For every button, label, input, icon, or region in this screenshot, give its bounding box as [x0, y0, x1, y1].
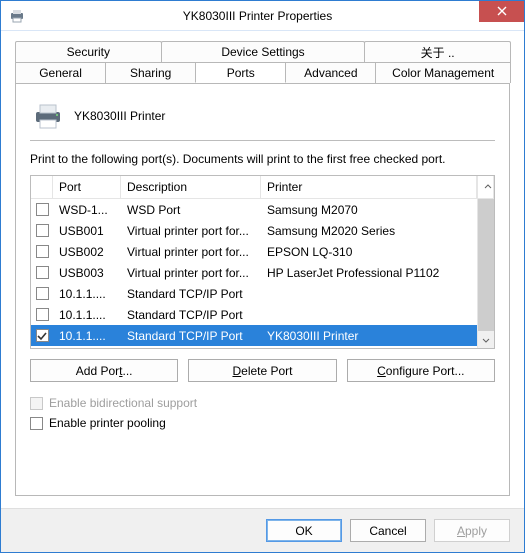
- checkbox-icon: [30, 397, 43, 410]
- table-row[interactable]: 10.1.1....Standard TCP/IP Port: [31, 283, 477, 304]
- cell-port: USB002: [53, 245, 121, 259]
- cell-printer: YK8030III Printer: [261, 329, 477, 343]
- chevron-down-icon: [482, 333, 490, 347]
- row-checkbox[interactable]: [36, 329, 49, 342]
- tab-label: Color Management: [392, 66, 494, 80]
- tab-strip: Security Device Settings 关于 .. General S…: [15, 41, 510, 83]
- enable-pooling-check[interactable]: Enable printer pooling: [30, 416, 495, 430]
- divider: [30, 140, 495, 141]
- scrollbar-thumb[interactable]: [478, 199, 494, 331]
- close-button[interactable]: [479, 1, 524, 22]
- table-row[interactable]: USB003Virtual printer port for...HP Lase…: [31, 262, 477, 283]
- printer-name: YK8030III Printer: [74, 109, 165, 123]
- tab-row-2: General Sharing Ports Advanced Color Man…: [15, 62, 510, 83]
- tab-ports[interactable]: Ports: [195, 62, 286, 83]
- cell-port: USB003: [53, 266, 121, 280]
- cell-description: Virtual printer port for...: [121, 266, 261, 280]
- vertical-scrollbar[interactable]: [477, 199, 494, 348]
- check-label: Enable bidirectional support: [49, 396, 197, 410]
- scroll-up-header: [477, 176, 494, 198]
- col-port[interactable]: Port: [53, 176, 121, 198]
- printer-icon: [32, 102, 64, 130]
- tab-label: Ports: [227, 66, 255, 80]
- tab-label: Device Settings: [221, 45, 304, 59]
- table-row[interactable]: WSD-1...WSD PortSamsung M2070: [31, 199, 477, 220]
- tab-label: Advanced: [304, 66, 357, 80]
- cell-port: WSD-1...: [53, 203, 121, 217]
- apply-button: Apply: [434, 519, 510, 542]
- tab-security[interactable]: Security: [15, 41, 162, 62]
- button-label: Apply: [457, 524, 487, 538]
- table-row[interactable]: USB001Virtual printer port for...Samsung…: [31, 220, 477, 241]
- titlebar: YK8030III Printer Properties: [1, 1, 524, 31]
- cell-port: USB001: [53, 224, 121, 238]
- button-label: Delete Port: [232, 364, 292, 378]
- row-checkbox[interactable]: [36, 224, 49, 237]
- checkbox-icon: [30, 417, 43, 430]
- tab-label: Sharing: [130, 66, 171, 80]
- window-title: YK8030III Printer Properties: [0, 9, 524, 23]
- table-row[interactable]: USB002Virtual printer port for...EPSON L…: [31, 241, 477, 262]
- table-header: Port Description Printer: [31, 176, 494, 199]
- cancel-button[interactable]: Cancel: [350, 519, 426, 542]
- add-port-button[interactable]: Add Port...: [30, 359, 178, 382]
- configure-port-button[interactable]: Configure Port...: [347, 359, 495, 382]
- col-description[interactable]: Description: [121, 176, 261, 198]
- cell-description: Virtual printer port for...: [121, 245, 261, 259]
- tab-label: 关于 ..: [421, 44, 455, 61]
- printer-header: YK8030III Printer: [32, 102, 493, 130]
- printer-properties-window: YK8030III Printer Properties Security De…: [0, 0, 525, 553]
- table-row[interactable]: 10.1.1....Standard TCP/IP Port: [31, 304, 477, 325]
- delete-port-button[interactable]: Delete Port: [188, 359, 336, 382]
- ports-tab-content: YK8030III Printer Print to the following…: [15, 83, 510, 496]
- cell-printer: HP LaserJet Professional P1102: [261, 266, 477, 280]
- tab-sharing[interactable]: Sharing: [105, 62, 196, 83]
- tab-color-management[interactable]: Color Management: [375, 62, 511, 83]
- cell-printer: Samsung M2070: [261, 203, 477, 217]
- cell-description: Virtual printer port for...: [121, 224, 261, 238]
- port-buttons-row: Add Port... Delete Port Configure Port..…: [30, 359, 495, 382]
- row-checkbox[interactable]: [36, 287, 49, 300]
- cell-port: 10.1.1....: [53, 287, 121, 301]
- table-row[interactable]: 10.1.1....Standard TCP/IP PortYK8030III …: [31, 325, 477, 346]
- enable-bidirectional-check: Enable bidirectional support: [30, 396, 495, 410]
- cell-printer: Samsung M2020 Series: [261, 224, 477, 238]
- cell-description: WSD Port: [121, 203, 261, 217]
- dialog-body: Security Device Settings 关于 .. General S…: [1, 31, 524, 508]
- button-label: Cancel: [369, 524, 406, 538]
- scroll-down-button[interactable]: [478, 331, 494, 348]
- row-checkbox[interactable]: [36, 245, 49, 258]
- dialog-footer: OK Cancel Apply: [1, 508, 524, 552]
- chevron-up-icon: [484, 180, 492, 194]
- close-icon: [497, 5, 507, 19]
- intro-text: Print to the following port(s). Document…: [30, 151, 495, 167]
- cell-description: Standard TCP/IP Port: [121, 287, 261, 301]
- ports-table: Port Description Printer WSD-1...WSD Por…: [30, 175, 495, 349]
- cell-description: Standard TCP/IP Port: [121, 308, 261, 322]
- row-checkbox[interactable]: [36, 308, 49, 321]
- row-checkbox[interactable]: [36, 266, 49, 279]
- cell-description: Standard TCP/IP Port: [121, 329, 261, 343]
- check-label: Enable printer pooling: [49, 416, 166, 430]
- tab-about[interactable]: 关于 ..: [364, 41, 511, 62]
- row-checkbox[interactable]: [36, 203, 49, 216]
- button-label: Configure Port...: [377, 364, 464, 378]
- table-body: WSD-1...WSD PortSamsung M2070USB001Virtu…: [31, 199, 494, 348]
- tab-row-1: Security Device Settings 关于 ..: [15, 41, 510, 62]
- tab-label: Security: [67, 45, 110, 59]
- col-printer[interactable]: Printer: [261, 176, 477, 198]
- cell-port: 10.1.1....: [53, 329, 121, 343]
- button-label: Add Port...: [76, 364, 133, 378]
- options-checks: Enable bidirectional support Enable prin…: [30, 396, 495, 430]
- cell-port: 10.1.1....: [53, 308, 121, 322]
- ok-button[interactable]: OK: [266, 519, 342, 542]
- tab-label: General: [39, 66, 82, 80]
- cell-printer: EPSON LQ-310: [261, 245, 477, 259]
- tab-device-settings[interactable]: Device Settings: [161, 41, 366, 62]
- tab-advanced[interactable]: Advanced: [285, 62, 376, 83]
- tab-general[interactable]: General: [15, 62, 106, 83]
- button-label: OK: [295, 524, 312, 538]
